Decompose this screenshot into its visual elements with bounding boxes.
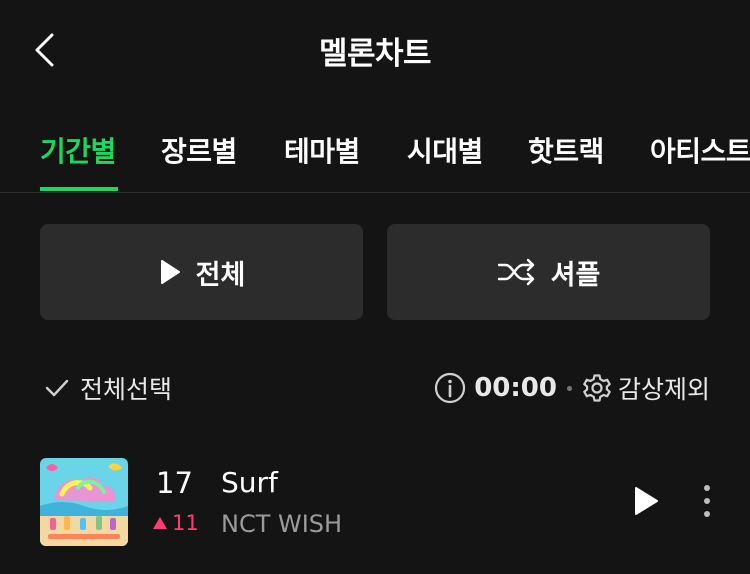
shuffle-button[interactable]: 셔플 xyxy=(387,224,710,320)
rank-number: 17 xyxy=(156,466,193,500)
gear-icon xyxy=(583,374,611,402)
artist-name[interactable]: NCT WISH xyxy=(221,510,342,538)
selection-tools: 00:00 감상제외 xyxy=(434,370,710,406)
exclude-listening-label: 감상제외 xyxy=(617,375,710,404)
rank-change-value: 11 xyxy=(172,511,199,535)
tab-period[interactable]: 기간별 xyxy=(40,130,116,170)
sleep-timer-value[interactable]: 00:00 xyxy=(474,373,557,403)
exclude-listening-button[interactable]: 감상제외 xyxy=(582,370,710,406)
more-options-button[interactable] xyxy=(694,480,720,522)
chart-category-tabs: 기간별 장르별 테마별 시대별 핫트랙 아티스트 xyxy=(0,108,750,193)
row-play-button[interactable] xyxy=(628,484,662,518)
tab-genre[interactable]: 장르별 xyxy=(161,130,237,170)
selection-bar: 전체선택 00:00 감상제외 xyxy=(40,370,720,410)
select-all-label: 전체선택 xyxy=(80,375,173,404)
active-tab-indicator xyxy=(40,187,118,191)
chart-row[interactable]: 17 11 Surf NCT WISH xyxy=(0,456,750,548)
more-vertical-icon xyxy=(704,485,710,517)
play-all-label: 전체 xyxy=(195,259,246,291)
app-header: 멜론차트 xyxy=(0,0,750,100)
triangle-up-icon xyxy=(153,517,167,529)
shuffle-icon xyxy=(497,258,534,286)
tab-artist[interactable]: 아티스트 xyxy=(650,130,750,170)
info-icon[interactable] xyxy=(434,372,466,404)
separator-dot xyxy=(566,385,572,391)
song-title[interactable]: Surf xyxy=(221,466,278,499)
album-cover[interactable] xyxy=(40,458,128,546)
play-icon xyxy=(160,260,180,284)
album-art-image xyxy=(40,458,128,546)
page-title: 멜론차트 xyxy=(318,36,432,72)
tab-era[interactable]: 시대별 xyxy=(407,130,483,170)
play-icon xyxy=(635,487,658,515)
shuffle-label: 셔플 xyxy=(550,259,601,291)
tab-hot-track[interactable]: 핫트랙 xyxy=(528,130,604,170)
select-all-button[interactable]: 전체선택 xyxy=(44,370,172,406)
rank-change: 11 xyxy=(152,511,199,535)
play-all-button[interactable]: 전체 xyxy=(40,224,363,320)
tab-theme[interactable]: 테마별 xyxy=(284,130,360,170)
checkmark-icon xyxy=(45,379,69,397)
